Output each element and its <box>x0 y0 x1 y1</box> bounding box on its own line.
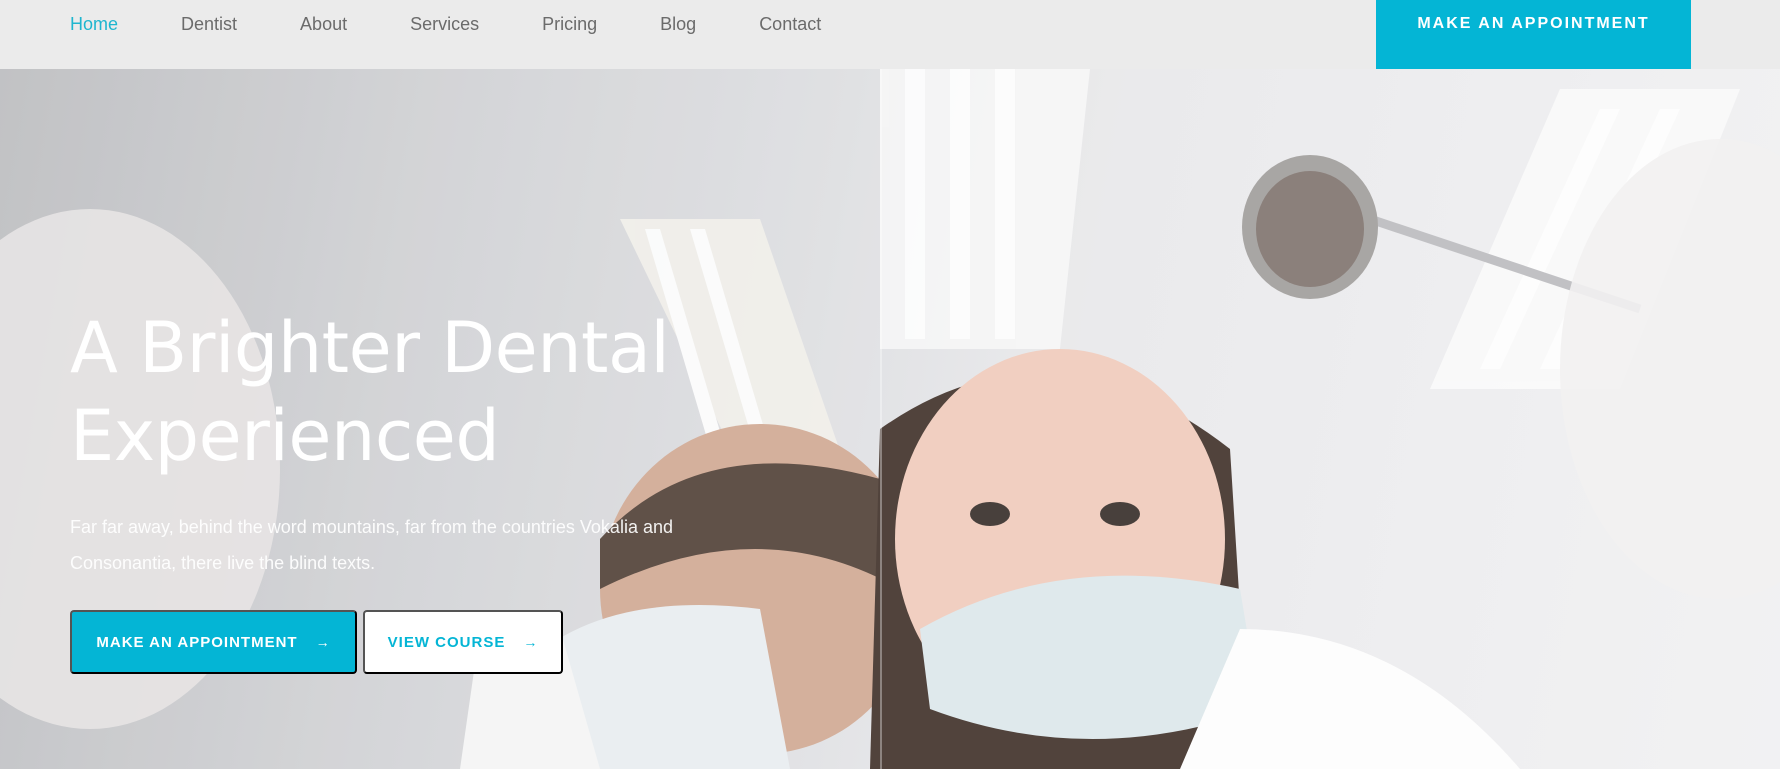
main-navigation: Home Dentist About Services Pricing Blog… <box>70 0 884 48</box>
hero-title-line-1: A Brighter Dental <box>70 307 670 389</box>
nav-link-home[interactable]: Home <box>70 14 118 35</box>
view-course-button[interactable]: VIEW COURSE → <box>363 610 563 674</box>
hero-description: Far far away, behind the word mountains,… <box>70 517 673 573</box>
nav-appointment-button[interactable]: MAKE AN APPOINTMENT <box>1376 0 1691 69</box>
arrow-right-icon: → <box>523 634 539 650</box>
make-appointment-button[interactable]: MAKE AN APPOINTMENT → <box>70 610 357 674</box>
nav-link-about[interactable]: About <box>300 14 347 35</box>
nav-link-blog[interactable]: Blog <box>660 14 696 35</box>
nav-link-dentist[interactable]: Dentist <box>181 14 237 35</box>
nav-link-services[interactable]: Services <box>410 14 479 35</box>
hero-title-line-2: Experienced <box>70 395 500 477</box>
make-appointment-label: MAKE AN APPOINTMENT <box>96 633 298 651</box>
navbar: Home Dentist About Services Pricing Blog… <box>0 0 1780 69</box>
hero-divider-line <box>880 69 882 769</box>
arrow-right-icon: → <box>315 634 331 650</box>
hero-section: A Brighter Dental Experienced Far far aw… <box>0 69 1780 769</box>
nav-link-pricing[interactable]: Pricing <box>542 14 597 35</box>
view-course-label: VIEW COURSE <box>387 633 506 651</box>
hero-title: A Brighter Dental Experienced <box>70 304 790 480</box>
nav-link-contact[interactable]: Contact <box>759 14 821 35</box>
